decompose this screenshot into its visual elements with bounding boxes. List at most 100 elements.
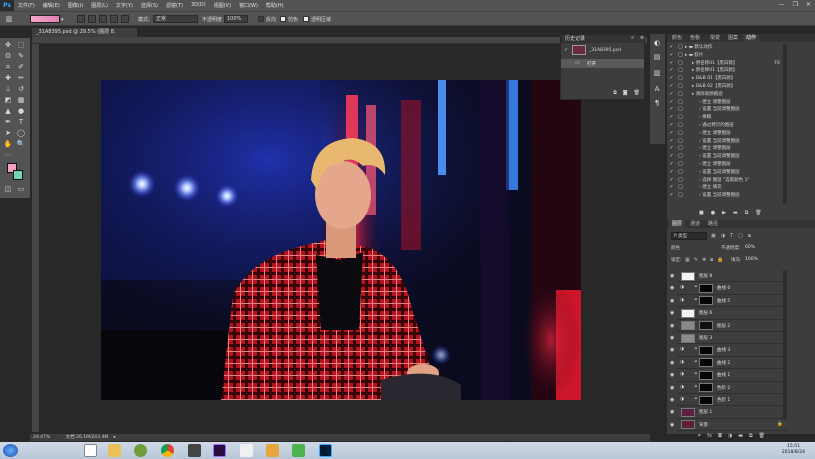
layer-opacity-field[interactable]: 60% xyxy=(745,245,755,250)
background-color-swatch[interactable] xyxy=(13,170,23,180)
action-check-icon[interactable]: ✓ xyxy=(667,114,676,122)
dialog-toggle-icon[interactable]: ▢ xyxy=(676,138,685,146)
lock-all-icon[interactable]: 🔒 xyxy=(717,257,723,263)
dialog-toggle-icon[interactable]: ▢ xyxy=(676,91,685,99)
gradient-tool-icon[interactable]: ▥ xyxy=(4,14,14,24)
layer-thumbnail[interactable] xyxy=(681,271,695,281)
layer-thumbnail[interactable] xyxy=(681,308,695,318)
start-button-icon[interactable] xyxy=(3,444,18,457)
close-icon[interactable]: ✕ xyxy=(806,1,811,8)
tab-color[interactable]: 颜色 xyxy=(669,34,685,42)
clone-stamp-tool-icon[interactable]: ⊥ xyxy=(3,84,13,94)
action-check-icon[interactable]: ✓ xyxy=(667,106,676,114)
layer-row[interactable]: ◉ 图层 8 xyxy=(670,270,787,283)
snapshot-check-icon[interactable]: ✓ xyxy=(564,47,570,53)
visibility-eye-icon[interactable]: ◉ xyxy=(670,422,676,428)
action-item[interactable]: ✓ ▢ ▸ 原名称01【黑白款】 F6 xyxy=(667,60,782,68)
marquee-tool-icon[interactable]: ⬚ xyxy=(16,40,26,50)
new-document-from-state-icon[interactable]: ⧉ xyxy=(613,90,617,96)
action-check-icon[interactable]: ✓ xyxy=(667,145,676,153)
dialog-toggle-icon[interactable]: ▢ xyxy=(676,83,685,91)
shape-tool-icon[interactable]: ◯ xyxy=(16,128,26,138)
action-item[interactable]: ✓ ▢ ▸ ▬ 默认动作 xyxy=(667,44,782,52)
move-tool-icon[interactable]: ✥ xyxy=(3,40,13,50)
record-icon[interactable]: ● xyxy=(711,210,715,216)
dialog-toggle-icon[interactable]: ▢ xyxy=(676,130,685,138)
visibility-eye-icon[interactable]: ◉ xyxy=(670,409,676,415)
dialog-toggle-icon[interactable]: ▢ xyxy=(676,153,685,161)
action-item[interactable]: ✓ ▢ ▸ D&B 02【黑白款】 xyxy=(667,83,782,91)
radial-gradient-button[interactable] xyxy=(88,15,96,23)
layer-row[interactable]: ◉ 图层 6 xyxy=(670,307,787,320)
stop-icon[interactable]: ■ xyxy=(699,210,704,216)
layer-thumbnail[interactable] xyxy=(699,345,713,355)
layer-filter-select[interactable]: P 类型 xyxy=(671,232,707,240)
dither-checkbox[interactable] xyxy=(280,16,286,22)
gradient-picker[interactable] xyxy=(30,15,60,23)
layer-thumbnail[interactable] xyxy=(681,333,695,343)
delete-action-icon[interactable]: 🗑 xyxy=(755,210,761,216)
action-item[interactable]: ✓ ▢ ▸ ▬ 胶片 xyxy=(667,52,782,60)
lock-paint-icon[interactable]: ✎ xyxy=(694,257,698,263)
action-check-icon[interactable]: ✓ xyxy=(667,161,676,169)
collapse-panels-icon[interactable]: » xyxy=(631,35,634,41)
action-item[interactable]: ✓ ▢ › 设置 当前调整图层 xyxy=(667,138,782,146)
trash-icon[interactable]: 🗑 xyxy=(634,90,640,96)
layer-row[interactable]: ◉ 图层 3 xyxy=(670,332,787,345)
layer-thumbnail[interactable] xyxy=(681,321,695,331)
dialog-toggle-icon[interactable]: ▢ xyxy=(676,122,685,130)
taskbar-baidu-icon[interactable] xyxy=(240,444,253,457)
action-item[interactable]: ✓ ▢ › 拼稿 xyxy=(667,114,782,122)
dialog-toggle-icon[interactable]: ▢ xyxy=(676,52,685,60)
crop-tool-icon[interactable]: ⌗ xyxy=(3,62,13,72)
action-check-icon[interactable]: ✓ xyxy=(667,153,676,161)
screen-mode-icon[interactable]: ▭ xyxy=(16,184,26,194)
layer-thumbnail[interactable] xyxy=(699,283,713,293)
menu-item[interactable]: 视图(V) xyxy=(210,2,235,9)
diamond-gradient-button[interactable] xyxy=(121,15,129,23)
eraser-tool-icon[interactable]: ◩ xyxy=(3,95,13,105)
layer-row[interactable]: ◉ ◑ ⚭ 曲线 1 xyxy=(670,369,787,382)
delete-layer-icon[interactable]: 🗑 xyxy=(759,433,765,439)
taskbar-chrome-icon[interactable] xyxy=(161,444,174,457)
mode-select[interactable]: 正常 xyxy=(153,15,198,23)
taskbar-premiere-icon[interactable] xyxy=(213,444,226,457)
hand-tool-icon[interactable]: ✋ xyxy=(3,139,13,149)
linear-gradient-button[interactable] xyxy=(77,15,85,23)
new-group-icon[interactable]: ▬ xyxy=(738,433,743,439)
action-item[interactable]: ✓ ▢ › 通过拷贝的图层 xyxy=(667,122,782,130)
action-item[interactable]: ✓ ▢ ▸ 清除高频痕迹 xyxy=(667,91,782,99)
action-item[interactable]: ✓ ▢ › 设置 当前调整图层 xyxy=(667,106,782,114)
dialog-toggle-icon[interactable]: ▢ xyxy=(676,60,685,68)
menu-item[interactable]: 文件(F) xyxy=(14,2,39,9)
new-layer-icon[interactable]: ⧉ xyxy=(749,433,753,439)
layer-row[interactable]: ◉ ◑ ⚭ 曲线 6 xyxy=(670,282,787,295)
panel-menu-icon[interactable]: ≡ xyxy=(640,35,644,41)
tab-paths[interactable]: 路径 xyxy=(705,220,721,228)
dialog-toggle-icon[interactable]: ▢ xyxy=(676,169,685,177)
mask-link-icon[interactable]: ⚭ xyxy=(694,285,698,290)
pen-tool-icon[interactable]: ✒ xyxy=(3,117,13,127)
dialog-toggle-icon[interactable]: ▢ xyxy=(676,44,685,52)
action-item[interactable]: ✓ ▢ › 选择 图层 "选取颜色 1" xyxy=(667,177,782,185)
layer-row[interactable]: ◉ ◑ ⚭ 曲线 5 xyxy=(670,295,787,308)
blend-mode-select[interactable]: 颜色 xyxy=(671,245,680,251)
menu-item[interactable]: 窗口(W) xyxy=(235,2,262,9)
action-check-icon[interactable]: ✓ xyxy=(667,177,676,185)
action-item[interactable]: ✓ ▢ › 建立 调整图层 xyxy=(667,130,782,138)
visibility-eye-icon[interactable]: ◉ xyxy=(670,360,676,366)
canvas-photo[interactable] xyxy=(101,80,581,400)
add-mask-icon[interactable]: ◘ xyxy=(718,433,722,439)
more-tools-icon[interactable]: ⋯ xyxy=(3,150,13,160)
layer-thumbnail[interactable] xyxy=(681,407,695,417)
properties-panel-icon[interactable]: ▥ xyxy=(652,68,662,78)
taskbar-photoshop-icon[interactable] xyxy=(319,444,332,457)
layer-row[interactable]: ◉ 图层 2 xyxy=(670,320,787,332)
taskbar-game-icon[interactable] xyxy=(266,444,279,457)
dialog-toggle-icon[interactable]: ▢ xyxy=(676,161,685,169)
menu-item[interactable]: 图像(I) xyxy=(64,2,87,9)
action-check-icon[interactable]: ✓ xyxy=(667,122,676,130)
snapshot-thumbnail[interactable] xyxy=(572,45,586,55)
tab-layers[interactable]: 图层 xyxy=(669,220,686,228)
visibility-eye-icon[interactable]: ◉ xyxy=(670,372,676,378)
